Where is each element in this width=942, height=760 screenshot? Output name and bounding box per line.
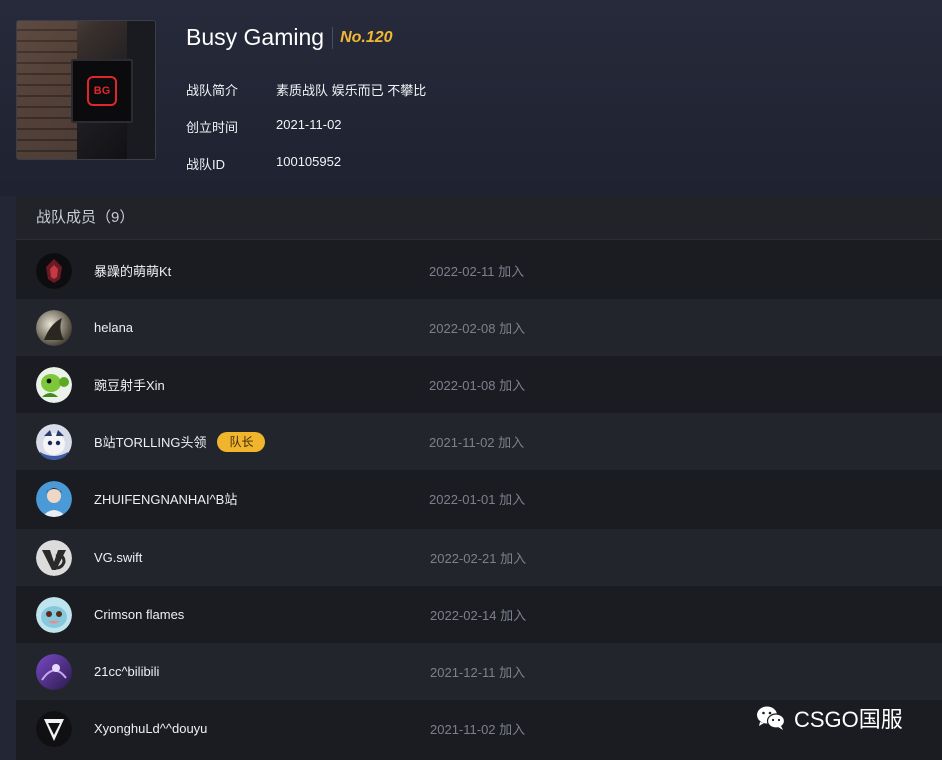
- member-join-date: 2022-02-21 加入: [430, 551, 527, 566]
- member-name[interactable]: VG.swift: [94, 550, 142, 565]
- member-name[interactable]: XyonghuLd^^douyu: [94, 721, 207, 736]
- team-logo: BG: [16, 20, 156, 160]
- team-logo-badge: BG: [87, 76, 117, 106]
- member-join-date: 2022-01-01 加入: [429, 492, 526, 507]
- member-avatar[interactable]: [36, 539, 72, 576]
- member-row[interactable]: 暴躁的萌萌Kt 2022-02-11 加入: [16, 242, 942, 299]
- member-avatar[interactable]: [36, 710, 72, 747]
- wechat-icon: [756, 705, 786, 731]
- watermark: CSGO国服: [756, 700, 903, 736]
- info-label: 创立时间: [186, 120, 239, 135]
- member-avatar[interactable]: [36, 309, 72, 346]
- info-value: 100105952: [276, 154, 342, 169]
- member-join-date: 2021-11-02 加入: [430, 722, 526, 737]
- members-panel: 战队成员（9） 暴躁的萌萌Kt 2022-02-11 加入 helana 202…: [16, 196, 942, 760]
- info-row-founded: 创立时间 2021-11-02: [186, 117, 342, 136]
- member-name[interactable]: ZHUIFENGNANHAI^B站: [94, 489, 237, 508]
- member-row[interactable]: Crimson flames 2022-02-14 加入: [16, 586, 942, 643]
- members-title: 战队成员（9）: [16, 196, 942, 240]
- member-row[interactable]: 21cc^bilibili 2021-12-11 加入: [16, 643, 942, 700]
- member-row[interactable]: ZHUIFENGNANHAI^B站 2022-01-01 加入: [16, 470, 942, 527]
- member-name[interactable]: 21cc^bilibili: [94, 664, 159, 679]
- member-avatar[interactable]: [36, 480, 72, 517]
- member-avatar[interactable]: [36, 366, 72, 403]
- info-row-intro: 战队简介 素质战队 娱乐而已 不攀比: [186, 80, 426, 99]
- captain-badge: 队长: [217, 431, 266, 452]
- team-title: Busy Gaming No.120: [186, 24, 393, 51]
- member-avatar[interactable]: [36, 653, 72, 690]
- member-join-date: 2022-01-08 加入: [429, 378, 526, 393]
- member-avatar[interactable]: [36, 423, 72, 460]
- watermark-text: CSGO国服: [794, 707, 903, 732]
- member-name[interactable]: 暴躁的萌萌Kt: [94, 261, 171, 280]
- info-row-id: 战队ID 100105952: [186, 154, 341, 173]
- member-row[interactable]: B站TORLLING头领 队长 2021-11-02 加入: [16, 413, 942, 470]
- member-join-date: 2021-12-11 加入: [430, 665, 526, 680]
- member-join-date: 2021-11-02 加入: [429, 435, 525, 450]
- member-row[interactable]: 豌豆射手Xin 2022-01-08 加入: [16, 356, 942, 413]
- title-divider: [332, 26, 334, 49]
- member-name[interactable]: Crimson flames: [94, 607, 184, 622]
- info-label: 战队ID: [186, 157, 226, 172]
- info-value: 2021-11-02: [276, 117, 342, 132]
- team-rank: No.120: [340, 28, 393, 46]
- info-value: 素质战队 娱乐而已 不攀比: [276, 83, 427, 98]
- member-avatar[interactable]: [36, 252, 72, 289]
- member-name[interactable]: helana: [94, 320, 133, 335]
- member-name[interactable]: 豌豆射手Xin: [94, 375, 165, 394]
- member-row[interactable]: VG.swift 2022-02-21 加入: [16, 529, 942, 586]
- info-label: 战队简介: [186, 83, 239, 98]
- member-avatar[interactable]: [36, 596, 72, 633]
- member-join-date: 2022-02-08 加入: [429, 321, 526, 336]
- team-name: Busy Gaming: [186, 24, 325, 50]
- member-name[interactable]: B站TORLLING头领: [94, 432, 206, 451]
- member-join-date: 2022-02-14 加入: [430, 608, 527, 623]
- team-header: BG Busy Gaming No.120 战队简介 素质战队 娱乐而已 不攀比…: [0, 0, 942, 196]
- member-row[interactable]: helana 2022-02-08 加入: [16, 299, 942, 356]
- member-join-date: 2022-02-11 加入: [429, 264, 525, 279]
